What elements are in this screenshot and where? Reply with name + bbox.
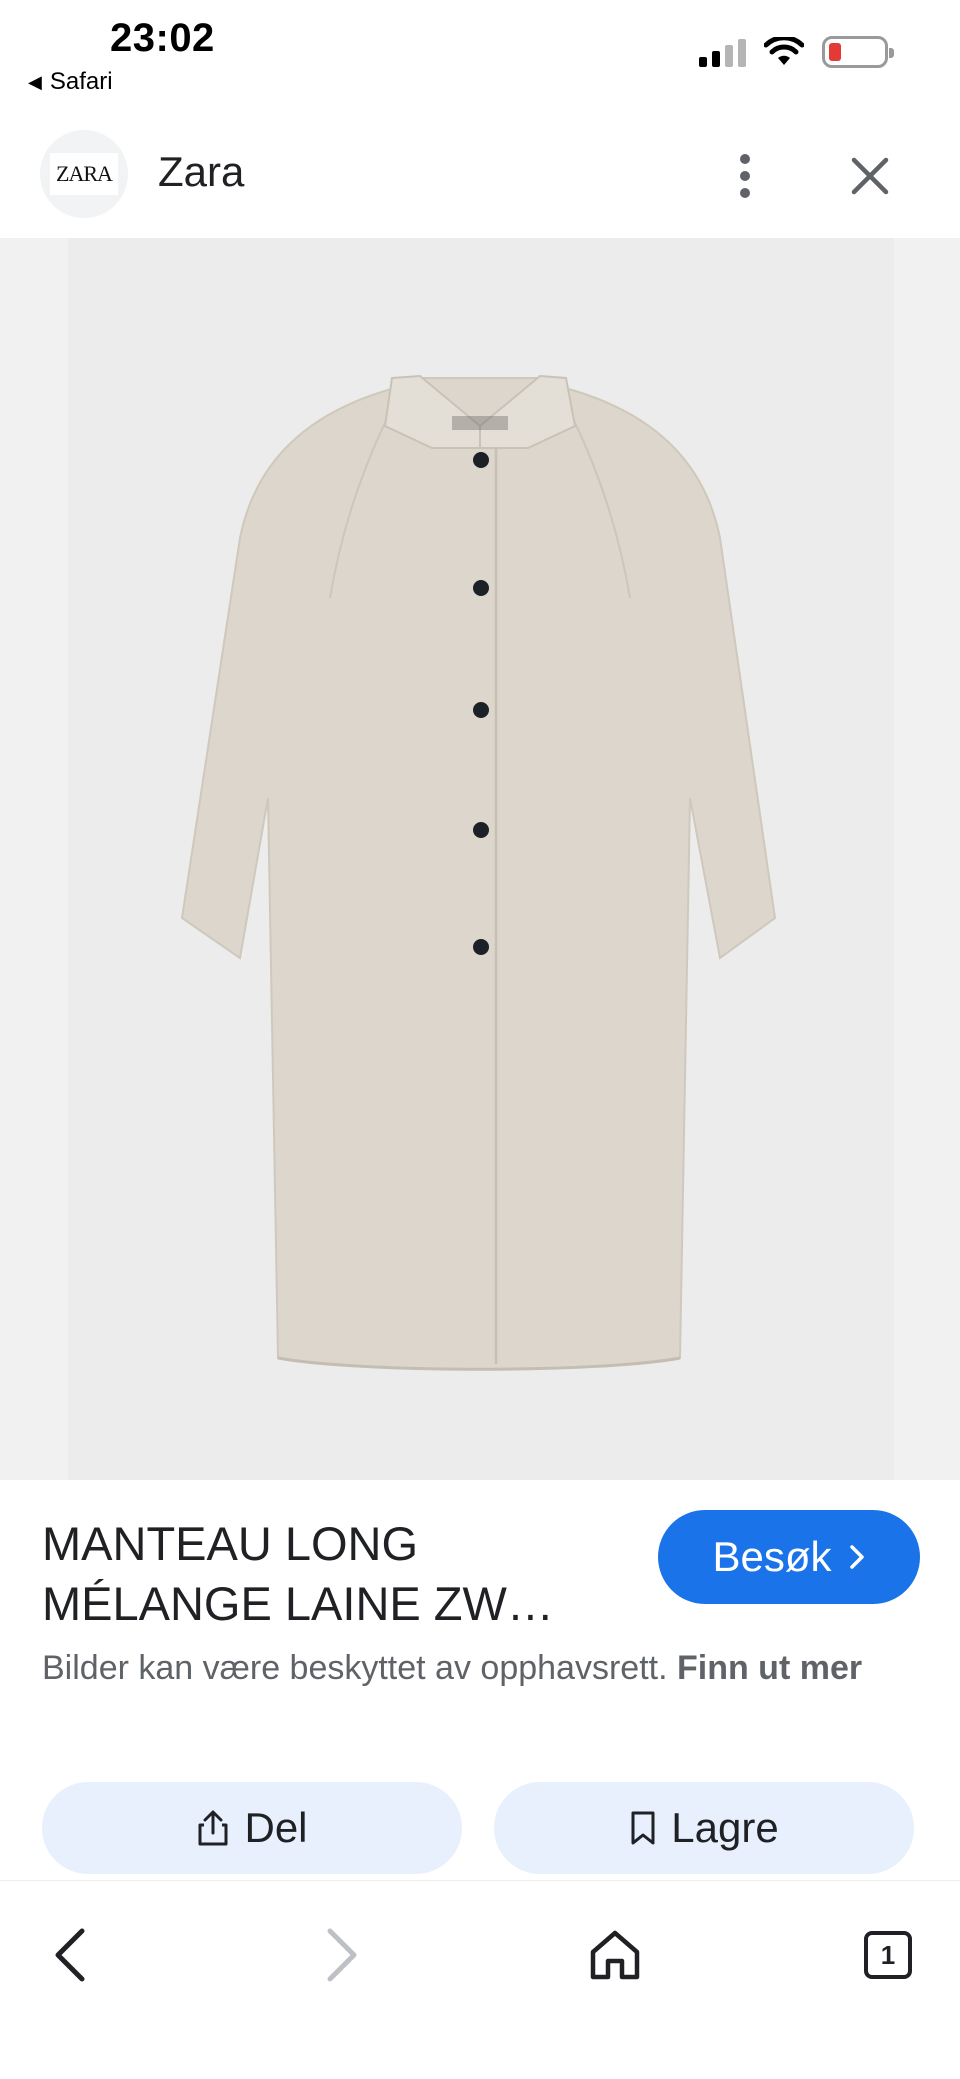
tab-count: 1 bbox=[864, 1931, 912, 1979]
forward-arrow-icon bbox=[327, 1928, 357, 1982]
product-title-line1: MANTEAU LONG bbox=[42, 1517, 419, 1570]
share-label: Del bbox=[244, 1804, 308, 1851]
visit-button[interactable]: Besøk bbox=[658, 1510, 920, 1604]
save-label: Lagre bbox=[671, 1804, 779, 1851]
cellular-signal-icon bbox=[699, 37, 746, 67]
product-title-line2: MÉLANGE LAINE ZW… bbox=[42, 1577, 554, 1630]
back-button[interactable] bbox=[30, 1915, 110, 1995]
battery-icon bbox=[822, 36, 894, 68]
product-image[interactable] bbox=[0, 238, 960, 1480]
product-info: MANTEAU LONG MÉLANGE LAINE ZW… Besøk Bil… bbox=[0, 1480, 960, 1770]
share-button[interactable]: Del bbox=[42, 1782, 462, 1874]
visit-label: Besøk bbox=[712, 1533, 832, 1580]
home-button[interactable] bbox=[575, 1915, 655, 1995]
site-name: Zara bbox=[158, 148, 245, 195]
close-icon[interactable] bbox=[842, 148, 898, 204]
back-triangle-icon: ◀ bbox=[28, 71, 42, 92]
bottom-navigation: 1 bbox=[0, 1880, 960, 2079]
home-icon bbox=[590, 1930, 640, 1980]
forward-button[interactable] bbox=[302, 1915, 382, 1995]
more-vert-icon[interactable] bbox=[730, 148, 760, 204]
zara-logo-text: ZARA bbox=[50, 153, 118, 195]
copyright-notice: Bilder kan være beskyttet av opphavsrett… bbox=[42, 1644, 922, 1692]
bookmark-icon bbox=[631, 1811, 655, 1845]
battery-level bbox=[829, 43, 841, 61]
back-arrow-icon bbox=[55, 1928, 85, 1982]
coat-image bbox=[180, 374, 777, 1371]
copyright-text: Bilder kan være beskyttet av opphavsrett… bbox=[42, 1649, 668, 1687]
lens-header: ZARA Zara bbox=[0, 120, 960, 238]
save-button[interactable]: Lagre bbox=[494, 1782, 914, 1874]
site-logo: ZARA bbox=[40, 130, 128, 218]
back-app-label: Safari bbox=[49, 68, 113, 95]
chevron-right-icon bbox=[849, 1545, 864, 1569]
status-bar: 23:02 ◀ Safari bbox=[0, 0, 960, 120]
back-to-app-link[interactable]: ◀ Safari bbox=[28, 68, 113, 96]
share-icon bbox=[198, 1810, 228, 1846]
learn-more-link[interactable]: Finn ut mer bbox=[677, 1649, 862, 1687]
product-title[interactable]: MANTEAU LONG MÉLANGE LAINE ZW… bbox=[42, 1514, 622, 1634]
tabs-button[interactable]: 1 bbox=[848, 1915, 928, 1995]
status-time: 23:02 bbox=[110, 16, 215, 60]
wifi-icon bbox=[764, 37, 804, 65]
action-bar: Del Lagre bbox=[0, 1770, 960, 1880]
status-icons bbox=[699, 36, 894, 68]
